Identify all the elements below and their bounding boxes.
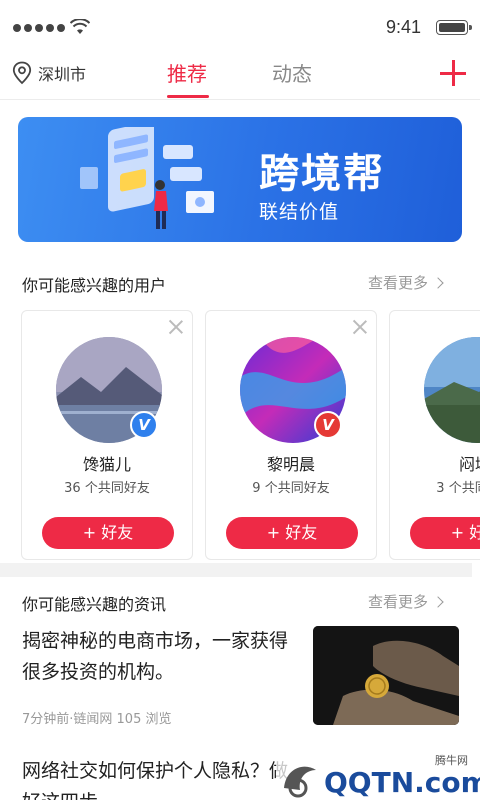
- user-card: V 闷墩 3 个共同好友 + 好友: [389, 310, 480, 560]
- banner-illustration: [80, 127, 214, 229]
- user-card: V 馋猫儿 36 个共同好友 + 好友: [21, 310, 193, 560]
- news-see-more-link[interactable]: 查看更多: [368, 591, 444, 612]
- see-more-label: 查看更多: [368, 274, 429, 292]
- add-friend-button[interactable]: + 好友: [42, 517, 174, 549]
- wifi-icon: [70, 19, 90, 34]
- verified-badge-icon: V: [314, 411, 342, 439]
- user-card: V 黎明晨 9 个共同好友 + 好友: [205, 310, 377, 560]
- news-section-header: 你可能感兴趣的资讯 查看更多: [0, 587, 480, 617]
- battery-icon: [436, 20, 472, 35]
- user-name: 闷墩: [458, 455, 480, 474]
- signal-icon: [13, 24, 65, 32]
- add-friend-button[interactable]: + 好友: [226, 517, 358, 549]
- avatar[interactable]: [424, 337, 480, 443]
- close-icon[interactable]: [353, 320, 367, 334]
- location-selector[interactable]: 深圳市: [12, 61, 86, 85]
- banner-title: 跨境帮: [259, 151, 385, 197]
- chevron-right-icon: [432, 276, 444, 289]
- location-label: 深圳市: [38, 65, 87, 84]
- watermark-brand: QQTN.com: [324, 766, 480, 799]
- tab-recommend[interactable]: 推荐: [167, 58, 207, 87]
- mutual-friends-count: 36 个共同好友: [64, 481, 150, 496]
- tab-moments[interactable]: 动态: [272, 58, 312, 87]
- mutual-friends-count: 9 个共同好友: [252, 481, 330, 496]
- users-section-header: 你可能感兴趣的用户 查看更多: [0, 268, 480, 298]
- verified-badge-icon: V: [130, 411, 158, 439]
- top-nav: 深圳市 推荐 动态: [0, 54, 480, 100]
- status-bar: 9:41: [0, 0, 480, 54]
- users-see-more-link[interactable]: 查看更多: [368, 272, 444, 293]
- see-more-label: 查看更多: [368, 593, 429, 611]
- active-tab-indicator: [167, 95, 209, 98]
- clock: 9:41: [386, 17, 422, 37]
- news-title: 揭密神秘的电商市场，一家获得很多投资的机构。: [22, 630, 289, 683]
- add-friend-button[interactable]: + 好友: [410, 517, 480, 549]
- add-icon[interactable]: [440, 60, 466, 86]
- banner-subtitle: 联结价值: [259, 201, 340, 223]
- watermark-label: 腾牛网: [435, 754, 468, 767]
- users-section-title: 你可能感兴趣的用户: [22, 276, 167, 295]
- news-title: 网络社交如何保护个人隐私？做好这四步: [22, 760, 288, 800]
- section-divider: [0, 563, 472, 577]
- mutual-friends-count: 3 个共同好友: [436, 481, 480, 496]
- user-name: 黎明晨: [266, 455, 315, 474]
- chevron-right-icon: [432, 595, 444, 608]
- news-section-title: 你可能感兴趣的资讯: [22, 595, 167, 614]
- news-item[interactable]: 揭密神秘的电商市场，一家获得很多投资的机构。 7分钟前·链闻网 105 浏览: [0, 626, 480, 736]
- news-thumbnail: [313, 626, 459, 725]
- close-icon[interactable]: [169, 320, 183, 334]
- news-meta: 7分钟前·链闻网 105 浏览: [22, 712, 172, 727]
- watermark: QQTN.com 腾牛网: [276, 748, 480, 800]
- user-cards-carousel[interactable]: V 馋猫儿 36 个共同好友 + 好友 V 黎明晨 9 个共同好友 + 好友 闷…: [0, 310, 480, 562]
- user-name: 馋猫儿: [82, 455, 131, 474]
- promo-banner[interactable]: 跨境帮 联结价值: [18, 117, 462, 242]
- location-pin-icon: [12, 61, 32, 85]
